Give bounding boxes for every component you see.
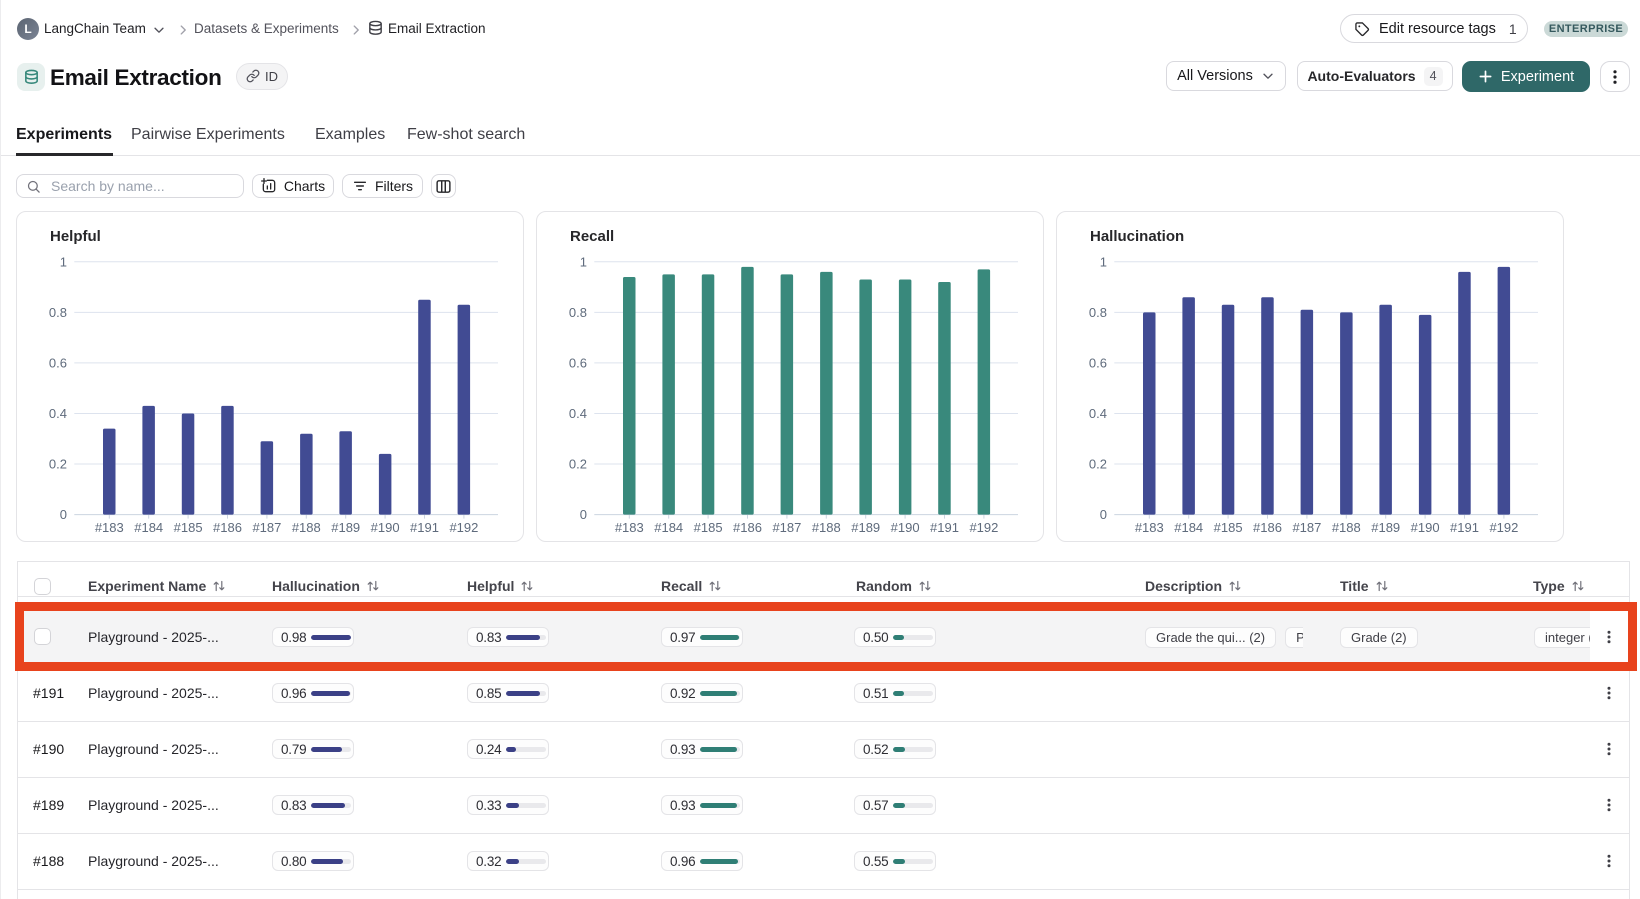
- svg-text:0.6: 0.6: [1089, 355, 1107, 370]
- svg-text:#187: #187: [772, 520, 801, 535]
- svg-text:1: 1: [60, 254, 67, 269]
- svg-text:#185: #185: [694, 520, 723, 535]
- svg-text:0.2: 0.2: [1089, 457, 1107, 472]
- svg-text:#183: #183: [95, 520, 124, 535]
- svg-text:0.8: 0.8: [49, 305, 67, 320]
- svg-text:#189: #189: [851, 520, 880, 535]
- svg-text:#186: #186: [213, 520, 242, 535]
- svg-text:0.6: 0.6: [49, 355, 67, 370]
- svg-text:0.2: 0.2: [569, 457, 587, 472]
- svg-text:#185: #185: [1214, 520, 1243, 535]
- svg-text:#184: #184: [1174, 520, 1203, 535]
- svg-text:0.4: 0.4: [569, 406, 587, 421]
- svg-text:#190: #190: [371, 520, 400, 535]
- svg-text:0.2: 0.2: [49, 457, 67, 472]
- svg-text:#183: #183: [1135, 520, 1164, 535]
- svg-text:0.8: 0.8: [569, 305, 587, 320]
- svg-text:#188: #188: [812, 520, 841, 535]
- svg-text:#191: #191: [410, 520, 439, 535]
- svg-text:#190: #190: [1411, 520, 1440, 535]
- svg-text:#187: #187: [1292, 520, 1321, 535]
- svg-text:0: 0: [1100, 507, 1107, 522]
- svg-text:1: 1: [580, 254, 587, 269]
- svg-text:#192: #192: [449, 520, 478, 535]
- svg-text:#184: #184: [134, 520, 163, 535]
- svg-text:#189: #189: [331, 520, 360, 535]
- svg-text:Hallucination: Hallucination: [1090, 228, 1184, 245]
- svg-text:0.4: 0.4: [49, 406, 67, 421]
- svg-text:#190: #190: [891, 520, 920, 535]
- svg-text:#188: #188: [1332, 520, 1361, 535]
- svg-text:#191: #191: [930, 520, 959, 535]
- svg-text:#192: #192: [1489, 520, 1518, 535]
- svg-text:0.6: 0.6: [569, 355, 587, 370]
- svg-text:Recall: Recall: [570, 228, 614, 245]
- svg-text:#188: #188: [292, 520, 321, 535]
- svg-text:Helpful: Helpful: [50, 228, 101, 245]
- svg-text:1: 1: [1100, 254, 1107, 269]
- svg-text:#186: #186: [1253, 520, 1282, 535]
- svg-text:#183: #183: [615, 520, 644, 535]
- svg-text:#186: #186: [733, 520, 762, 535]
- svg-text:#187: #187: [252, 520, 281, 535]
- svg-text:#192: #192: [969, 520, 998, 535]
- svg-text:#191: #191: [1450, 520, 1479, 535]
- svg-text:0.4: 0.4: [1089, 406, 1107, 421]
- svg-text:0: 0: [60, 507, 67, 522]
- svg-text:#184: #184: [654, 520, 683, 535]
- svg-text:#189: #189: [1371, 520, 1400, 535]
- svg-text:0.8: 0.8: [1089, 305, 1107, 320]
- svg-text:#185: #185: [174, 520, 203, 535]
- svg-text:0: 0: [580, 507, 587, 522]
